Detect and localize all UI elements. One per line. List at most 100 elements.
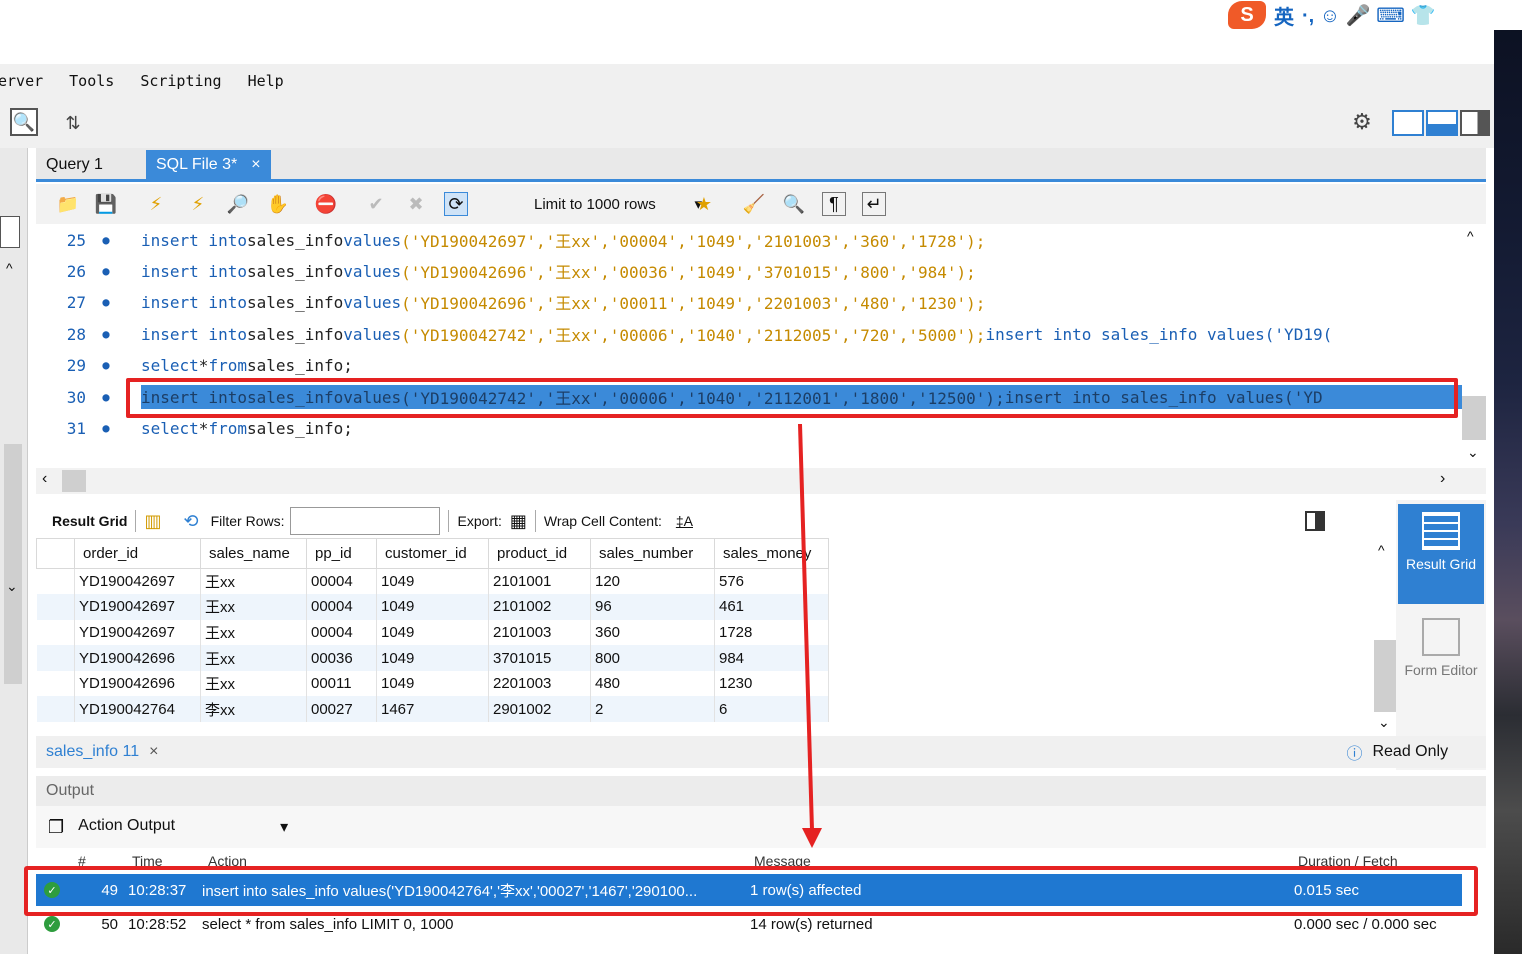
menu-tools[interactable]: Tools	[69, 72, 114, 90]
refresh-icon[interactable]: ⟲	[183, 511, 198, 532]
cell[interactable]: 2101002	[488, 594, 591, 620]
cell[interactable]: 王xx	[200, 594, 307, 620]
cell[interactable]: 1049	[376, 568, 489, 595]
result-grid-label[interactable]: Result Grid	[52, 513, 127, 529]
tab-query-1[interactable]: Query 1	[36, 150, 113, 180]
close-icon[interactable]: ×	[149, 743, 158, 761]
cell[interactable]: 120	[590, 568, 715, 595]
chevron-left-icon[interactable]: ‹	[42, 470, 47, 488]
cell[interactable]: 2101001	[488, 568, 591, 595]
table-row[interactable]: YD190042697 王xx 00004 1049 2101003 360 1728	[36, 619, 829, 646]
table-row[interactable]: YD190042764 李xx 00027 1467 2901002 2 6	[36, 696, 829, 722]
cell[interactable]: 576	[714, 568, 829, 595]
navigator-search-field[interactable]	[0, 216, 20, 248]
chevron-right-icon[interactable]: ›	[1440, 470, 1445, 488]
column-header[interactable]: sales_money	[714, 538, 829, 569]
chevron-up-icon[interactable]: ^	[1378, 542, 1385, 558]
cell[interactable]: 王xx	[200, 670, 307, 697]
stop-icon[interactable]: ✋	[266, 192, 290, 216]
cell[interactable]: 00027	[306, 696, 377, 722]
grid-columns-icon[interactable]: ▥	[144, 511, 161, 532]
grid-vertical-scrollbar[interactable]: ^ ⌄	[1372, 538, 1396, 734]
cell[interactable]: 1049	[376, 594, 489, 620]
scrollbar-thumb[interactable]	[1374, 640, 1396, 712]
cell[interactable]: 1230	[714, 670, 829, 697]
table-row[interactable]: YD190042696 王xx 00036 1049 3701015 800 984	[36, 645, 829, 671]
chevron-up-icon[interactable]: ^	[6, 260, 13, 276]
cell[interactable]: 2201003	[488, 670, 591, 697]
save-icon[interactable]: 💾	[94, 192, 118, 216]
toggle-secondary-sidebar-icon[interactable]	[1460, 110, 1490, 136]
editor-vertical-scrollbar[interactable]: ^ ⌄	[1462, 224, 1486, 468]
cell[interactable]: 00004	[306, 619, 377, 646]
table-row[interactable]: YD190042697 王xx 00004 1049 2101002 96 461	[36, 594, 829, 620]
cell[interactable]: YD190042696	[74, 645, 201, 671]
cell[interactable]: 李xx	[200, 696, 307, 722]
cell[interactable]: YD190042697	[74, 619, 201, 646]
editor-horizontal-scrollbar[interactable]: ‹ ›	[36, 468, 1486, 494]
cell[interactable]: 00004	[306, 568, 377, 595]
cell[interactable]: 2901002	[488, 696, 591, 722]
reconnect-icon[interactable]: ⇅	[58, 108, 88, 138]
word-wrap-icon[interactable]: ↵	[862, 192, 886, 216]
settings-gear-icon[interactable]: ⚙	[1348, 108, 1376, 136]
cell[interactable]: 1049	[376, 645, 489, 671]
cell[interactable]: 王xx	[200, 619, 307, 646]
chevron-down-icon[interactable]: ⌄	[1467, 444, 1479, 461]
cell[interactable]: 00036	[306, 645, 377, 671]
commit-icon[interactable]: ✔	[364, 192, 388, 216]
output-type-select[interactable]: Action Output ▾	[78, 817, 288, 837]
column-header[interactable]: pp_id	[306, 538, 377, 569]
table-row[interactable]: YD190042696 王xx 00011 1049 2201003 480 1230	[36, 670, 829, 697]
cell[interactable]: 984	[714, 645, 829, 671]
filter-rows-input[interactable]	[290, 507, 441, 535]
cell[interactable]: YD190042764	[74, 696, 201, 722]
navigator-scrollbar[interactable]	[4, 444, 22, 684]
cell[interactable]: YD190042697	[74, 594, 201, 620]
result-grid[interactable]: order_id sales_name pp_id customer_id pr…	[36, 538, 1372, 722]
ime-language-indicator[interactable]: 英	[1274, 1, 1294, 30]
column-header[interactable]: sales_number	[590, 538, 715, 569]
cell[interactable]: 王xx	[200, 645, 307, 671]
chevron-down-icon[interactable]: ⌄	[6, 578, 18, 595]
beautify-icon[interactable]: 🧹	[742, 192, 766, 216]
chevron-down-icon[interactable]: ⌄	[1378, 714, 1390, 731]
toggle-panel-icon[interactable]	[1305, 511, 1325, 531]
menu-help[interactable]: Help	[248, 72, 284, 90]
tab-sql-file-3[interactable]: SQL File 3* ×	[146, 150, 271, 180]
cell[interactable]: 480	[590, 670, 715, 697]
scrollbar-thumb[interactable]	[62, 470, 86, 492]
scrollbar-thumb[interactable]	[1462, 396, 1486, 440]
wrap-cell-icon[interactable]: ‡A	[676, 513, 693, 529]
column-header[interactable]: customer_id	[376, 538, 489, 569]
cell[interactable]: YD190042696	[74, 670, 201, 697]
find-icon[interactable]: 🔍	[782, 192, 806, 216]
autocommit-icon[interactable]: ⟳	[444, 192, 468, 216]
cell[interactable]: 1467	[376, 696, 489, 722]
cell[interactable]: 1049	[376, 670, 489, 697]
cell[interactable]: YD190042697	[74, 568, 201, 595]
cell[interactable]: 96	[590, 594, 715, 620]
chevron-up-icon[interactable]: ^	[1467, 228, 1474, 244]
limit-rows-select[interactable]: Limit to 1000 rows ▾	[526, 192, 706, 216]
cell[interactable]: 2101003	[488, 619, 591, 646]
invisible-chars-icon[interactable]: ¶	[822, 192, 846, 216]
column-header[interactable]: sales_name	[200, 538, 307, 569]
close-icon[interactable]: ×	[251, 156, 260, 174]
menu-server[interactable]: erver	[0, 72, 43, 90]
explain-icon[interactable]: 🔎	[226, 192, 250, 216]
export-icon[interactable]: ▦	[510, 511, 527, 532]
menu-scripting[interactable]: Scripting	[140, 72, 221, 90]
cell[interactable]: 王xx	[200, 568, 307, 595]
rollback-icon[interactable]: ✖	[404, 192, 428, 216]
add-snippet-icon[interactable]: ★	[692, 192, 716, 216]
table-row[interactable]: YD190042697 王xx 00004 1049 2101001 120 576	[36, 568, 829, 595]
execute-current-icon[interactable]: ⚡	[186, 192, 210, 216]
cell[interactable]: 461	[714, 594, 829, 620]
copy-icon[interactable]: ❐	[48, 817, 64, 838]
sql-editor[interactable]: 25 ● insert into sales_info values ('YD1900…	[36, 224, 1462, 468]
open-folder-icon[interactable]: 📁	[56, 192, 80, 216]
toggle-sidebar-icon[interactable]	[1392, 110, 1424, 136]
cell[interactable]: 1728	[714, 619, 829, 646]
form-editor-view-button[interactable]: Form Editor	[1398, 610, 1484, 710]
